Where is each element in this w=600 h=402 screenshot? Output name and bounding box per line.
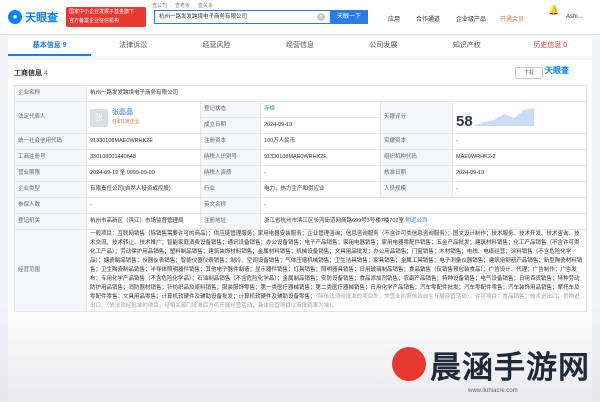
nav-apps[interactable]: 应用 <box>388 14 400 23</box>
scope-text: 一般项目：互联网销售（除销售需要许可的商品）；供应链管理服务；家用电器安装服务；… <box>90 231 583 300</box>
taxpayer-id: 91330108MAE0WRHK2E <box>260 149 381 166</box>
nav-vip[interactable]: 开通会员 <box>500 14 524 23</box>
industry: 电力、热力生产和供应业 <box>260 181 381 198</box>
label-approval-date: 核准日期 <box>380 165 453 182</box>
score-chart-icon <box>474 107 535 126</box>
search-type-relation[interactable]: 查关系 <box>198 2 213 9</box>
credit-code: 91330108MAE0WRHK2E <box>86 133 201 150</box>
label-term: 营业期限 <box>14 165 87 182</box>
company-tabs: 基本信息 9 法律诉讼 经营风险 经营信息 公司发展 知识产权 历史信息 0 <box>8 36 592 56</box>
label-paid-capital: 实缴资本 <box>380 133 453 150</box>
tab-risk[interactable]: 经营风险 <box>175 36 258 56</box>
clear-icon[interactable]: × <box>317 13 325 21</box>
tab-business[interactable]: 经营信息 <box>258 36 341 56</box>
site-logo[interactable]: ● 天眼查 <box>8 9 58 25</box>
reg-no: 330108001440648 <box>86 149 201 166</box>
section-title: 工商信息 4 <box>14 70 48 77</box>
nav-partner[interactable]: 合作通道 <box>416 14 440 23</box>
taxpayer-qual: - <box>260 165 381 182</box>
promo-line2: 官方备案企业征信机构 <box>69 18 120 24</box>
label-insured: 参保人数 <box>14 197 87 214</box>
search-type-tabs: 查公司 查老板 查关系 <box>152 2 213 9</box>
tab-ip[interactable]: 知识产权 <box>425 36 508 56</box>
label-taxpayer-qual: 纳税人资质 <box>200 165 261 182</box>
tab-legal[interactable]: 法律诉讼 <box>91 36 174 56</box>
top-bar: ● 天眼查 国家中小企业发展子基金旗下 官方备案企业征信机构 查公司 查老板 查… <box>0 0 600 35</box>
label-score: 天眼评分 <box>380 101 453 134</box>
tab-basic-info[interactable]: 基本信息 9 <box>8 36 92 56</box>
eye-logo-icon: ● <box>8 10 22 24</box>
insured: - <box>86 197 201 214</box>
term: 2024-09-19 至 9999-09-09 <box>86 165 201 182</box>
score-value: 58 <box>456 112 473 130</box>
label-reg-status: 登记状态 <box>200 101 261 118</box>
legal-rep-sub[interactable]: 任职1家企业 <box>112 119 140 125</box>
english-name: - <box>259 197 588 214</box>
label-company-name: 企业名称 <box>14 85 87 102</box>
tab-history[interactable]: 历史信息 0 <box>509 36 592 56</box>
avatar[interactable]: 张 <box>90 108 108 127</box>
label-org-code: 组织机构代码 <box>380 149 453 166</box>
label-reg-capital: 注册资本 <box>200 133 261 150</box>
label-english-name: 英文名称 <box>200 197 261 214</box>
staff-size: - <box>451 181 588 198</box>
org-code: MAE0WRHK2-2 <box>451 149 588 166</box>
label-authority: 登记机关 <box>14 213 87 230</box>
address-cell: 浙江省杭州市滨江区长河街道网商路699号3号楼7楼702室 附近公司 <box>259 213 588 230</box>
reg-capital: 100万人民币 <box>260 133 381 150</box>
business-info-table: 企业名称 杭州一路发发跨境电子商务有限公司 法定代表人 张张晶晶任职1家企业 登… <box>14 85 588 312</box>
label-legal-rep: 法定代表人 <box>14 101 87 134</box>
score-cell[interactable]: 58 <box>451 101 588 134</box>
label-est-date: 成立日期 <box>200 117 261 134</box>
approval-date: 2024-09-19 <box>451 165 588 182</box>
reg-status: 存续 <box>260 101 381 118</box>
section-count: 4 <box>44 70 48 77</box>
label-staff-size: 人员规模 <box>380 181 453 198</box>
promo-line1: 国家中小企业发展子基金旗下 <box>69 9 135 15</box>
search-type-boss[interactable]: 查老板 <box>175 2 190 9</box>
paid-capital: - <box>451 133 588 150</box>
tab-development[interactable]: 公司发展 <box>342 36 425 56</box>
bell-icon[interactable]: 🔔 <box>548 5 559 16</box>
label-reg-no: 工商注册号 <box>14 149 87 166</box>
company-name: 杭州一路发发跨境电子商务有限公司 <box>85 85 588 102</box>
site-watermark: 晨涵手游网 <box>392 338 596 390</box>
label-taxpayer-id: 纳税人识别号 <box>200 149 261 166</box>
nav-user[interactable]: Ashi... <box>566 14 583 20</box>
company-type: 有限责任公司(自然人投资或控股) <box>86 181 201 198</box>
label-credit-code: 统一社会信用代码 <box>14 133 87 150</box>
download-button[interactable]: 下载 <box>515 67 543 79</box>
nearby-companies-link[interactable]: 附近公司 <box>406 218 428 224</box>
address: 浙江省杭州市滨江区长河街道网商路699号3号楼7楼702室 <box>264 218 404 224</box>
nav-enterprise[interactable]: 企业级产品 <box>456 14 486 23</box>
promo-badge[interactable]: 国家中小企业发展子基金旗下 官方备案企业征信机构 <box>66 7 146 27</box>
label-type: 企业类型 <box>14 181 87 198</box>
search-input[interactable]: 杭州一路发发跨境电子商务有限公司 <box>154 10 330 24</box>
est-date: 2024-09-19 <box>260 117 381 134</box>
legal-rep-name[interactable]: 张晶晶 <box>112 109 133 116</box>
site-watermark-text: 晨涵手游网 <box>430 349 590 385</box>
authority: 杭州市高新区（滨江）市场监督管理局 <box>86 213 201 230</box>
panel-watermark: 天眼查 <box>545 66 569 75</box>
site-watermark-url: www.liuhiacre.com <box>468 388 518 394</box>
logo-text: 天眼查 <box>25 12 58 24</box>
search-button[interactable]: 天眼一下 <box>330 10 368 24</box>
label-address: 注册地址 <box>200 213 261 230</box>
label-industry: 行业 <box>200 181 261 198</box>
site-watermark-icon <box>392 347 426 381</box>
legal-rep-cell: 张张晶晶任职1家企业 <box>86 101 201 134</box>
search-type-company[interactable]: 查公司 <box>152 2 167 9</box>
